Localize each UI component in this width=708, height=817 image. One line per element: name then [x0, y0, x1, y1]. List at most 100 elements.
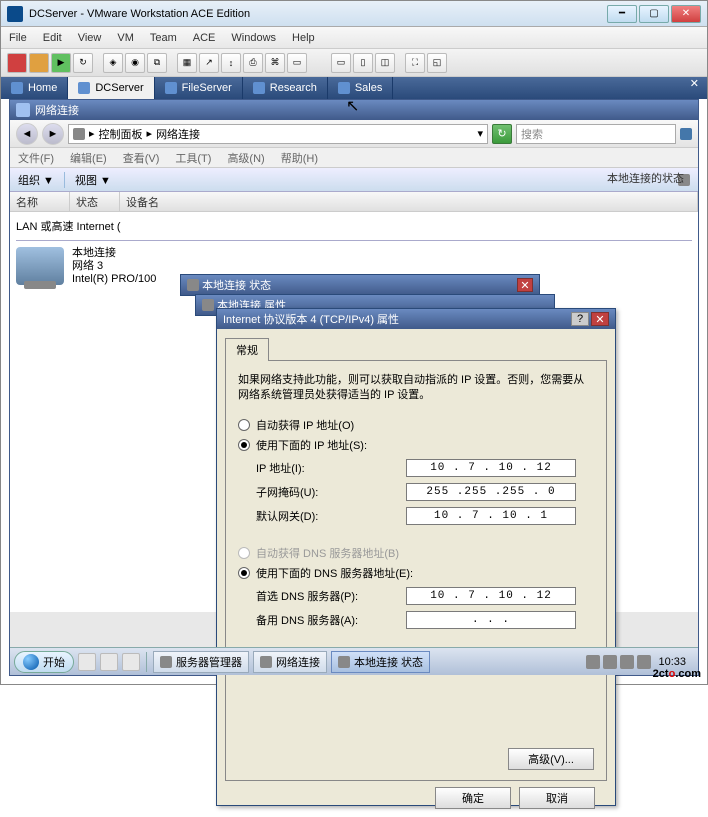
menu-windows[interactable]: Windows: [231, 32, 276, 44]
alternate-dns-input[interactable]: . . .: [406, 611, 576, 629]
tool-button-2[interactable]: ↕: [221, 53, 241, 73]
vmware-titlebar: DCServer - VMware Workstation ACE Editio…: [1, 1, 707, 27]
task-server-manager[interactable]: 服务器管理器: [153, 651, 249, 673]
subnet-mask-input[interactable]: 255 .255 .255 . 0: [406, 483, 576, 501]
tray-icon-2[interactable]: [603, 655, 617, 669]
menu-view-g[interactable]: 查看(V): [123, 150, 160, 166]
menu-team[interactable]: Team: [150, 32, 177, 44]
back-button[interactable]: ◄: [16, 123, 38, 145]
menu-vm[interactable]: VM: [117, 32, 134, 44]
preferred-dns-input[interactable]: 10 . 7 . 10 . 12: [406, 587, 576, 605]
ok-button[interactable]: 确定: [435, 787, 511, 809]
dns1-label: 首选 DNS 服务器(P):: [256, 588, 406, 604]
task-network-connections[interactable]: 网络连接: [253, 651, 327, 673]
status-window-titlebar[interactable]: 本地连接 状态 ✕: [180, 274, 540, 296]
column-headers: 名称 状态 设备名: [10, 192, 698, 212]
breadcrumb-parent[interactable]: 控制面板: [99, 126, 143, 142]
unity-button[interactable]: ◱: [427, 53, 447, 73]
ip-address-input[interactable]: 10 . 7 . 10 . 12: [406, 459, 576, 477]
go-button[interactable]: ↻: [492, 124, 512, 144]
col-status[interactable]: 状态: [70, 192, 120, 211]
tool-button-1[interactable]: ↗: [199, 53, 219, 73]
cancel-button[interactable]: 取消: [519, 787, 595, 809]
suspend-button[interactable]: [29, 53, 49, 73]
menu-help-g[interactable]: 帮助(H): [281, 150, 318, 166]
explorer-title: 网络连接: [35, 102, 79, 118]
dialog-close-button[interactable]: ✕: [591, 312, 609, 326]
search-icon[interactable]: [680, 128, 692, 140]
vmware-icon: [7, 6, 23, 22]
task-connection-status[interactable]: 本地连接 状态: [331, 651, 430, 673]
menu-ace[interactable]: ACE: [193, 32, 216, 44]
layout-button-2[interactable]: ▯: [353, 53, 373, 73]
reset-button[interactable]: ↻: [73, 53, 93, 73]
menu-edit-g[interactable]: 编辑(E): [70, 150, 107, 166]
tab-dcserver[interactable]: DCServer: [68, 77, 154, 99]
advanced-button[interactable]: 高级(V)...: [508, 748, 594, 770]
maximize-button[interactable]: ▢: [639, 5, 669, 23]
col-device[interactable]: 设备名: [120, 192, 698, 211]
side-hint-text: 本地连接的状态: [607, 170, 684, 186]
explorer-titlebar: 网络连接 ↖: [10, 100, 698, 120]
nic-task-icon: [338, 656, 350, 668]
tcpip-titlebar[interactable]: Internet 协议版本 4 (TCP/IPv4) 属性 ? ✕: [217, 309, 615, 329]
vmware-menubar: File Edit View VM Team ACE Windows Help: [1, 27, 707, 49]
tray-icon-1[interactable]: [586, 655, 600, 669]
radio-auto-ip[interactable]: 自动获得 IP 地址(O): [238, 417, 594, 433]
connection-device: Intel(R) PRO/100: [72, 273, 156, 286]
tab-general[interactable]: 常规: [225, 338, 269, 361]
menu-advanced-g[interactable]: 高级(N): [227, 150, 264, 166]
menu-file-g[interactable]: 文件(F): [18, 150, 54, 166]
view-dropdown[interactable]: 视图 ▼: [75, 172, 111, 188]
layout-button-1[interactable]: ▭: [331, 53, 351, 73]
vmware-tabs: Home DCServer FileServer Research Sales …: [1, 77, 707, 99]
home-icon: [11, 82, 23, 94]
radio-manual-ip[interactable]: 使用下面的 IP 地址(S):: [238, 437, 594, 453]
tab-fileserver[interactable]: FileServer: [155, 77, 243, 99]
quicklaunch-2[interactable]: [100, 653, 118, 671]
power-on-button[interactable]: ▶: [51, 53, 71, 73]
col-name[interactable]: 名称: [10, 192, 70, 211]
tray-network-icon[interactable]: [620, 655, 634, 669]
tcpip-description: 如果网络支持此功能，则可以获取自动指派的 IP 设置。否则，您需要从网络系统管理…: [238, 373, 594, 403]
dialog-help-button[interactable]: ?: [571, 312, 589, 326]
revert-button[interactable]: ◉: [125, 53, 145, 73]
layout-button-3[interactable]: ◫: [375, 53, 395, 73]
dns2-label: 备用 DNS 服务器(A):: [256, 612, 406, 628]
search-input[interactable]: 搜索: [516, 124, 676, 144]
quicklaunch-3[interactable]: [122, 653, 140, 671]
forward-button[interactable]: ►: [42, 123, 64, 145]
tray-volume-icon[interactable]: [637, 655, 651, 669]
gateway-label: 默认网关(D):: [256, 508, 406, 524]
address-bar[interactable]: ▸ 控制面板 ▸ 网络连接 ▾: [68, 124, 488, 144]
network-connections-icon: [16, 103, 30, 117]
show-console-button[interactable]: ▦: [177, 53, 197, 73]
menu-file[interactable]: File: [9, 32, 27, 44]
gateway-input[interactable]: 10 . 7 . 10 . 1: [406, 507, 576, 525]
tab-close-button[interactable]: ✕: [682, 77, 707, 99]
tab-home[interactable]: Home: [1, 77, 68, 99]
vm-icon: [165, 82, 177, 94]
radio-manual-dns[interactable]: 使用下面的 DNS 服务器地址(E):: [238, 565, 594, 581]
snapshot-button[interactable]: ◈: [103, 53, 123, 73]
power-off-button[interactable]: [7, 53, 27, 73]
fullscreen-button[interactable]: ⛶: [405, 53, 425, 73]
status-close-button[interactable]: ✕: [517, 278, 533, 292]
start-button[interactable]: 开始: [14, 651, 74, 673]
breadcrumb-current[interactable]: 网络连接: [156, 126, 200, 142]
menu-tools-g[interactable]: 工具(T): [175, 150, 211, 166]
tool-button-3[interactable]: ⎙: [243, 53, 263, 73]
organize-dropdown[interactable]: 组织 ▼: [18, 172, 54, 188]
menu-help[interactable]: Help: [292, 32, 315, 44]
radio-auto-dns: 自动获得 DNS 服务器地址(B): [238, 545, 594, 561]
tab-sales[interactable]: Sales: [328, 77, 394, 99]
tab-research[interactable]: Research: [243, 77, 328, 99]
menu-view[interactable]: View: [78, 32, 102, 44]
manage-snapshot-button[interactable]: ⧉: [147, 53, 167, 73]
quicklaunch-1[interactable]: [78, 653, 96, 671]
close-button[interactable]: ✕: [671, 5, 701, 23]
menu-edit[interactable]: Edit: [43, 32, 62, 44]
minimize-button[interactable]: ━: [607, 5, 637, 23]
tool-button-5[interactable]: ▭: [287, 53, 307, 73]
tool-button-4[interactable]: ⌘: [265, 53, 285, 73]
